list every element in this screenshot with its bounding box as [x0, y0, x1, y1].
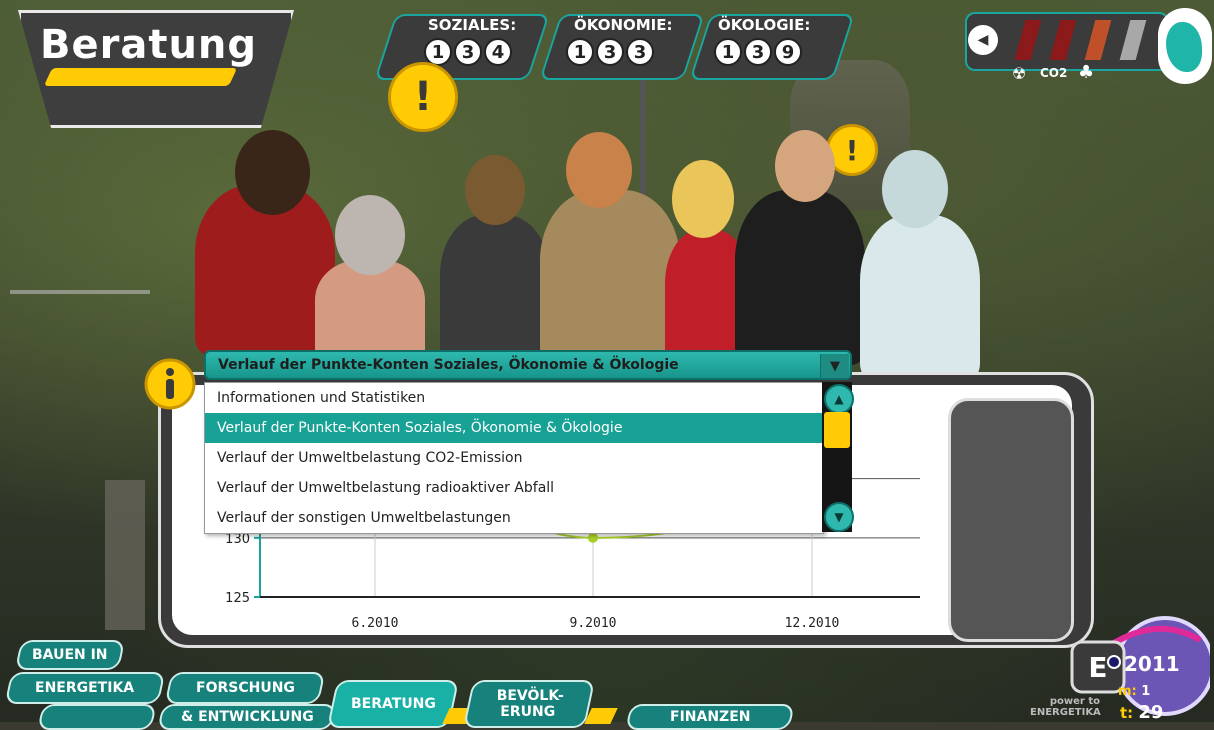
advisor-character[interactable] [540, 190, 680, 365]
month-key: m: [1118, 684, 1137, 699]
x-tick-label: 9.2010 [570, 616, 617, 631]
digit: 9 [774, 38, 802, 66]
nav-label: ENERGETIKA [35, 680, 135, 696]
page-title: Beratung [40, 22, 258, 68]
month-value: 1 [1141, 684, 1151, 699]
nav-label: FORSCHUNG [195, 680, 295, 696]
nav-energetika[interactable]: ENERGETIKA [4, 672, 166, 704]
turn-key: t: [1120, 704, 1134, 722]
back-arrow-icon[interactable]: ◀ [968, 25, 998, 55]
statistics-dropdown[interactable]: Verlauf der Punkte-Konten Soziales, Ökon… [204, 350, 852, 380]
scroll-down-icon[interactable]: ▼ [824, 502, 854, 532]
turn-label: t: 29 [1120, 702, 1163, 723]
watermark-line: power to [1049, 696, 1100, 707]
dropdown-option[interactable]: Verlauf der Umweltbelastung radioaktiver… [205, 473, 823, 503]
advisor-head [465, 155, 525, 225]
score-label-ecology: ÖKOLOGIE: [718, 16, 811, 34]
nav-label: & ENTWICKLUNG [180, 709, 314, 725]
scroll-up-icon[interactable]: ▲ [824, 384, 854, 414]
title-stripe [43, 68, 238, 86]
dropdown-option[interactable]: Verlauf der sonstigen Umweltbelastungen [205, 503, 823, 533]
alert-icon[interactable]: ! [388, 62, 458, 132]
score-label-economy: ÖKONOMIE: [574, 16, 673, 34]
nav-label: FINANZEN [669, 709, 751, 725]
month-label: m: 1 [1118, 684, 1150, 699]
nav-blank[interactable] [37, 704, 157, 730]
nav-label: BEVÖLK- [497, 688, 565, 704]
digit: 1 [566, 38, 594, 66]
score-label-social: SOZIALES: [428, 16, 517, 34]
advisor-head [335, 195, 405, 275]
chevron-down-icon[interactable]: ▼ [820, 354, 849, 378]
info-icon[interactable] [144, 358, 196, 410]
digit: 3 [454, 38, 482, 66]
dropdown-options-list: Informationen und Statistiken Verlauf de… [204, 382, 824, 534]
x-tick-label: 12.2010 [785, 616, 840, 631]
nav-label: BAUEN IN [32, 647, 108, 663]
advisor-head [775, 130, 835, 202]
advisor-head [566, 132, 632, 208]
dropdown-scrollbar[interactable]: ▲ ▼ [822, 382, 854, 532]
data-point [588, 532, 598, 543]
panel-side-slot [948, 398, 1074, 642]
nav-finanzen[interactable]: FINANZEN [625, 704, 795, 730]
nav-bevoelkerung[interactable]: BEVÖLK- ERUNG [462, 680, 596, 728]
dropdown-option-selected[interactable]: Verlauf der Punkte-Konten Soziales, Ökon… [205, 413, 823, 443]
digit: 3 [626, 38, 654, 66]
dropdown-option[interactable]: Informationen und Statistiken [205, 383, 823, 413]
score-digits-social: 1 3 4 [424, 38, 512, 66]
city-buildings [105, 480, 145, 630]
advisor-head [882, 150, 948, 228]
score-digits-ecology: 1 3 9 [714, 38, 802, 66]
wind-turbines [10, 290, 150, 294]
advisor-character[interactable] [315, 260, 425, 360]
advisor-head [672, 160, 734, 238]
advisor-character[interactable] [860, 215, 980, 380]
score-digits-economy: 1 3 3 [566, 38, 654, 66]
nav-label: ERUNG [499, 704, 555, 720]
dropdown-option[interactable]: Verlauf der Umweltbelastung CO2-Emission [205, 443, 823, 473]
dropdown-selected-label: Verlauf der Punkte-Konten Soziales, Ökon… [218, 357, 679, 373]
y-tick-label: 125 [225, 591, 250, 606]
scroll-thumb[interactable] [824, 412, 850, 448]
digit: 3 [596, 38, 624, 66]
radiation-icon: ☢ [1012, 64, 1027, 83]
digit: 4 [484, 38, 512, 66]
co2-label: CO2 [1040, 66, 1068, 80]
nav-label: BERATUNG [350, 696, 436, 712]
nav-bauen-in[interactable]: BAUEN IN [14, 640, 126, 670]
nav-entwicklung[interactable]: & ENTWICKLUNG [157, 704, 337, 730]
advisor-character[interactable] [440, 215, 550, 365]
x-tick-label: 6.2010 [352, 616, 399, 631]
turn-value: 29 [1138, 702, 1164, 723]
tree-icon: ♣ [1078, 62, 1095, 83]
advisor-head [235, 130, 310, 215]
nav-beratung-active[interactable]: BERATUNG [326, 680, 460, 728]
digit: 1 [714, 38, 742, 66]
advisor-character[interactable] [735, 190, 865, 365]
y-tick-label: 130 [225, 532, 250, 547]
watermark: power to ENERGETIKA [1030, 696, 1101, 718]
watermark-line: ENERGETIKA [1030, 707, 1101, 718]
digit: 3 [744, 38, 772, 66]
svg-text:E: E [1088, 651, 1107, 684]
nav-forschung[interactable]: FORSCHUNG [164, 672, 326, 704]
current-year: 2011 [1124, 652, 1180, 676]
